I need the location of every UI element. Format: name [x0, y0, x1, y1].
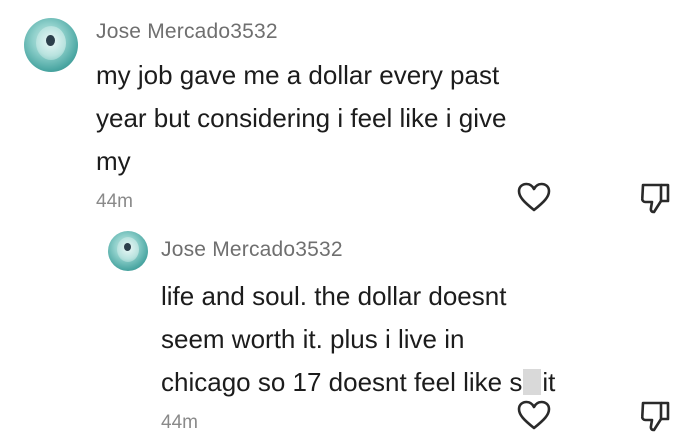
heart-outline-icon[interactable]	[516, 399, 552, 431]
reply-username[interactable]: Jose Mercado3532	[161, 238, 343, 262]
avatar[interactable]	[24, 18, 78, 72]
comment-text-line: my job gave me a dollar every past	[96, 60, 500, 90]
comment-timestamp: 44m	[96, 191, 133, 212]
thumbs-down-icon[interactable]	[639, 181, 671, 215]
reply-text-line: seem worth it. plus i live in	[161, 324, 465, 354]
comment-text-line: my	[96, 146, 131, 176]
reply-text-segment: it	[542, 367, 556, 397]
reply-text-segment: chicago so 17 doesnt feel like s	[161, 367, 523, 397]
comment-username[interactable]: Jose Mercado3532	[96, 20, 278, 44]
censor-block	[523, 369, 542, 395]
heart-outline-icon[interactable]	[516, 181, 552, 213]
thumbs-down-icon[interactable]	[639, 399, 671, 433]
reply-text-line: life and soul. the dollar doesnt	[161, 281, 507, 311]
reply-timestamp: 44m	[161, 412, 198, 433]
comment-text-line: year but considering i feel like i give	[96, 103, 507, 133]
reply-text-line: chicago so 17 doesnt feel like s it	[161, 361, 555, 404]
avatar[interactable]	[108, 231, 148, 271]
